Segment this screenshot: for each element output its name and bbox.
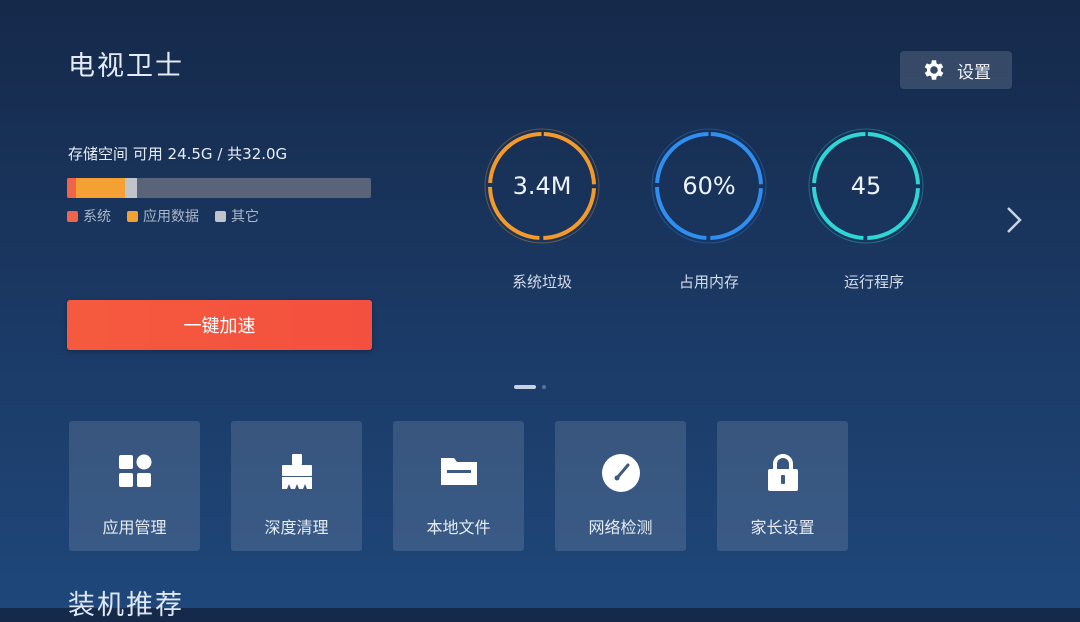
legend-swatch xyxy=(67,210,78,222)
legend-swatch xyxy=(127,210,138,222)
gauge-system-junk[interactable]: 3.4M xyxy=(482,126,602,246)
tile-label: 网络检测 xyxy=(588,518,653,537)
boost-button[interactable]: 一键加速 xyxy=(67,300,372,350)
gear-icon xyxy=(924,60,944,80)
gauge-label-system-junk: 系统垃圾 xyxy=(511,273,572,291)
tile-label: 应用管理 xyxy=(102,518,167,537)
gauge-value: 45 xyxy=(850,172,882,200)
page-dot xyxy=(542,385,546,389)
speedometer-icon xyxy=(601,454,640,492)
legend-item-system: 系统 xyxy=(67,206,111,226)
storage-legend: 系统 应用数据 其它 xyxy=(67,206,259,226)
apps-grid-icon xyxy=(118,454,151,487)
tile-label: 家长设置 xyxy=(750,518,815,537)
storage-segment-other xyxy=(125,178,137,198)
tile-app-management[interactable]: 应用管理 xyxy=(69,421,200,551)
page-dot-active xyxy=(514,385,536,389)
legend-swatch xyxy=(215,210,226,222)
page-indicator xyxy=(514,385,546,389)
legend-label: 系统 xyxy=(83,209,111,225)
legend-label: 其它 xyxy=(231,209,259,225)
chevron-right-icon[interactable] xyxy=(1002,203,1028,237)
gauge-value: 3.4M xyxy=(512,172,572,200)
tile-network-check[interactable]: 网络检测 xyxy=(555,421,686,551)
storage-bar xyxy=(67,178,371,198)
gauge-label-running-programs: 运行程序 xyxy=(843,273,904,291)
gauge-label-memory: 占用内存 xyxy=(678,273,739,291)
tile-local-files[interactable]: 本地文件 xyxy=(393,421,524,551)
storage-label: 存储空间 可用 24.5G / 共32.0G xyxy=(68,145,288,163)
gauge-memory[interactable]: 60% xyxy=(649,126,769,246)
legend-label: 应用数据 xyxy=(143,209,199,225)
storage-segment-app-data xyxy=(76,178,125,198)
section-title-recommended: 装机推荐 xyxy=(68,590,184,621)
settings-label: 设置 xyxy=(957,62,991,83)
legend-item-app-data: 应用数据 xyxy=(127,206,199,226)
tile-label: 本地文件 xyxy=(426,518,491,537)
lock-icon xyxy=(767,454,798,491)
legend-item-other: 其它 xyxy=(215,206,259,226)
storage-segment-system xyxy=(67,178,76,198)
gauge-running-programs[interactable]: 45 xyxy=(806,126,926,246)
tile-parental-settings[interactable]: 家长设置 xyxy=(717,421,848,551)
folder-icon xyxy=(440,458,477,485)
brush-icon xyxy=(281,454,312,489)
settings-button[interactable]: 设置 xyxy=(900,51,1012,89)
tile-label: 深度清理 xyxy=(264,518,329,537)
tile-deep-clean[interactable]: 深度清理 xyxy=(231,421,362,551)
gauge-value: 60% xyxy=(682,172,736,200)
app-title: 电视卫士 xyxy=(68,51,184,82)
